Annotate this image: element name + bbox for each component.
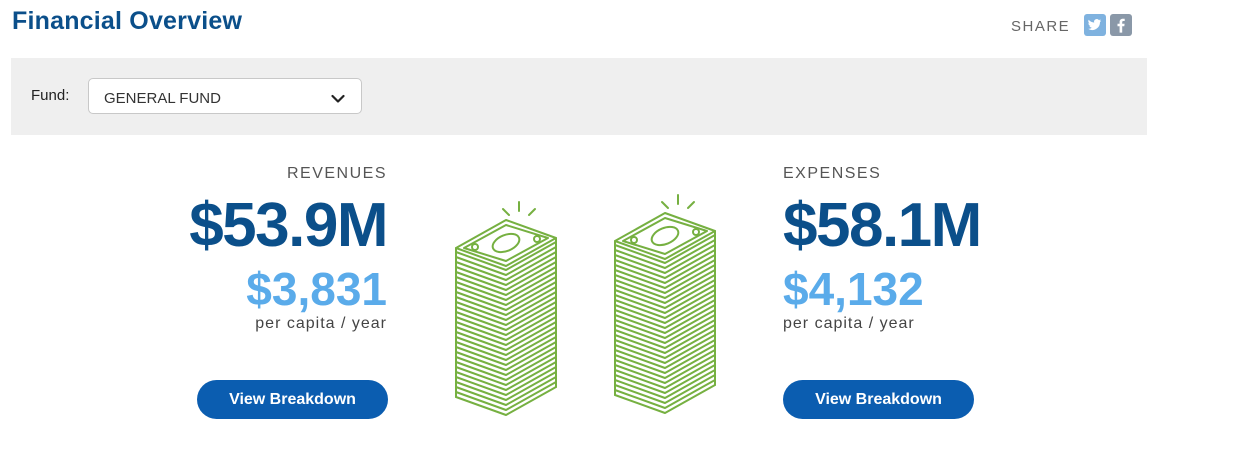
fund-label: Fund: (31, 87, 70, 104)
revenues-per-capita-note: per capita / year (255, 315, 387, 332)
fund-select-value: GENERAL FUND (104, 90, 221, 107)
revenues-total: $53.9M (189, 191, 388, 260)
twitter-icon[interactable] (1084, 14, 1107, 36)
expenses-label: EXPENSES (783, 165, 882, 182)
money-stack-icon (452, 190, 562, 427)
share-label: SHARE (1011, 17, 1071, 35)
expenses-per-capita-note: per capita / year (783, 315, 915, 332)
revenues-view-breakdown-button[interactable]: View Breakdown (197, 380, 388, 419)
revenues-panel: REVENUES $53.9M $3,831 per capita / year… (150, 165, 389, 419)
expenses-panel: EXPENSES $58.1M $4,132 per capita / year… (783, 165, 1083, 419)
page-title: Financial Overview (12, 7, 243, 35)
revenues-per-capita: $3,831 (246, 263, 387, 315)
revenues-label: REVENUES (286, 165, 387, 182)
share-bar: SHARE (1011, 14, 1133, 36)
chevron-down-icon (331, 91, 345, 109)
expenses-view-breakdown-button[interactable]: View Breakdown (783, 380, 974, 419)
filter-bar: Fund: GENERAL FUND (11, 58, 1147, 135)
expenses-total: $58.1M (783, 191, 982, 260)
fund-select[interactable]: GENERAL FUND (88, 78, 362, 114)
facebook-icon[interactable] (1110, 14, 1133, 36)
money-stack-icon (611, 190, 721, 427)
expenses-per-capita: $4,132 (783, 263, 924, 315)
